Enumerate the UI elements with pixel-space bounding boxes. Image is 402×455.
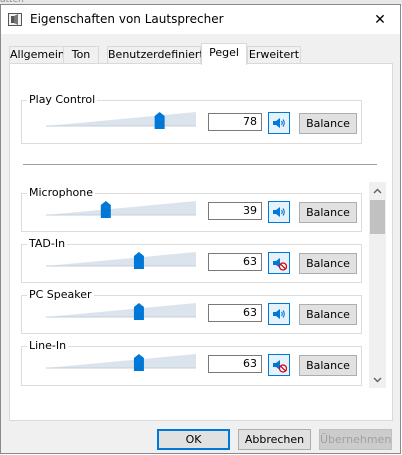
balance-button[interactable]: Balance — [299, 304, 357, 325]
channel-label: PC Speaker — [27, 288, 94, 301]
volume-slider[interactable] — [46, 200, 196, 218]
mute-button[interactable] — [268, 201, 290, 223]
tab-label: Benutzerdefiniert — [108, 48, 204, 61]
slider-thumb[interactable] — [133, 252, 144, 269]
slider-track — [46, 303, 196, 317]
chevron-down-icon — [373, 377, 382, 382]
close-button[interactable]: ✕ — [360, 5, 400, 34]
vertical-scrollbar[interactable] — [369, 182, 386, 388]
close-icon: ✕ — [374, 11, 386, 28]
mute-button[interactable] — [268, 112, 290, 134]
slider-track — [46, 112, 196, 126]
slider-track — [46, 201, 196, 215]
channel-label: Microphone — [27, 186, 96, 199]
volume-slider[interactable] — [46, 111, 196, 129]
scroll-up-button[interactable] — [369, 182, 386, 199]
slider-thumb[interactable] — [133, 303, 144, 320]
slider-thumb[interactable] — [133, 354, 144, 371]
tab-erweitert[interactable]: Erweitert — [247, 46, 301, 64]
channel-group-microphone: Microphone 39 Balance — [21, 186, 362, 232]
channel-group-tad-in: TAD-In 63 Balance — [21, 237, 362, 283]
tab-label: Erweitert — [248, 48, 300, 61]
balance-button[interactable]: Balance — [299, 113, 357, 134]
balance-button[interactable]: Balance — [299, 253, 357, 274]
tab-label: Allgemein — [10, 48, 65, 61]
slider-graphic — [46, 201, 196, 218]
cancel-button[interactable]: Abbrechen — [238, 429, 311, 450]
volume-value[interactable]: 63 — [208, 304, 262, 322]
slider-graphic — [46, 252, 196, 269]
mute-button[interactable] — [268, 303, 290, 325]
slider-track — [46, 354, 196, 368]
separator — [23, 164, 377, 165]
volume-value[interactable]: 63 — [208, 253, 262, 271]
chevron-up-icon — [373, 188, 382, 193]
volume-value[interactable]: 63 — [208, 355, 262, 373]
speaker-icon — [8, 13, 22, 26]
tab-pegel[interactable]: Pegel — [201, 43, 247, 65]
channel-group-pc-speaker: PC Speaker 63 Balance — [21, 288, 362, 334]
volume-value[interactable]: 78 — [208, 113, 262, 131]
mute-button[interactable] — [268, 354, 290, 376]
tab-strip: Allgemein Ton Benutzerdefiniert Pegel Er… — [9, 43, 389, 65]
channel-group-line-in: Line-In 63 Balance — [21, 339, 362, 386]
speaker-muted-icon — [273, 258, 287, 271]
volume-slider[interactable] — [46, 251, 196, 269]
slider-thumb[interactable] — [100, 201, 111, 218]
speaker-icon — [273, 118, 285, 128]
window-title: Eigenschaften von Lautsprecher — [30, 12, 224, 26]
volume-slider[interactable] — [46, 353, 196, 371]
channel-label: Line-In — [27, 339, 69, 352]
slider-thumb[interactable] — [154, 112, 165, 129]
slider-graphic — [46, 303, 196, 320]
speaker-icon — [273, 309, 285, 319]
slider-graphic — [46, 354, 196, 371]
volume-value[interactable]: 39 — [208, 202, 262, 220]
slider-graphic — [46, 112, 196, 129]
balance-button[interactable]: Balance — [299, 355, 357, 376]
mute-button[interactable] — [268, 252, 290, 274]
channel-label: Play Control — [27, 93, 98, 106]
speaker-icon — [273, 207, 285, 217]
channel-label: TAD-In — [27, 237, 68, 250]
balance-button[interactable]: Balance — [299, 202, 357, 223]
ok-button[interactable]: OK — [157, 429, 230, 450]
tab-label: Pegel — [209, 46, 239, 59]
slider-track — [46, 252, 196, 266]
apply-button[interactable]: Übernehmen — [319, 429, 392, 450]
volume-slider[interactable] — [46, 302, 196, 320]
pegel-panel: Play Control 78 Balance Microphone 39 Ba… — [9, 63, 393, 421]
scroll-thumb[interactable] — [370, 200, 385, 234]
channel-group-play-control: Play Control 78 Balance — [21, 93, 362, 144]
tab-label: Ton — [71, 48, 91, 61]
title-bar: Eigenschaften von Lautsprecher ✕ — [1, 5, 400, 34]
tab-benutzerdefiniert[interactable]: Benutzerdefiniert — [107, 46, 204, 64]
scroll-down-button[interactable] — [369, 371, 386, 388]
speaker-muted-icon — [273, 360, 287, 373]
tab-allgemein[interactable]: Allgemein — [9, 46, 65, 64]
properties-dialog: Eigenschaften von Lautsprecher ✕ Allgeme… — [0, 4, 401, 454]
tab-ton[interactable]: Ton — [63, 46, 99, 64]
